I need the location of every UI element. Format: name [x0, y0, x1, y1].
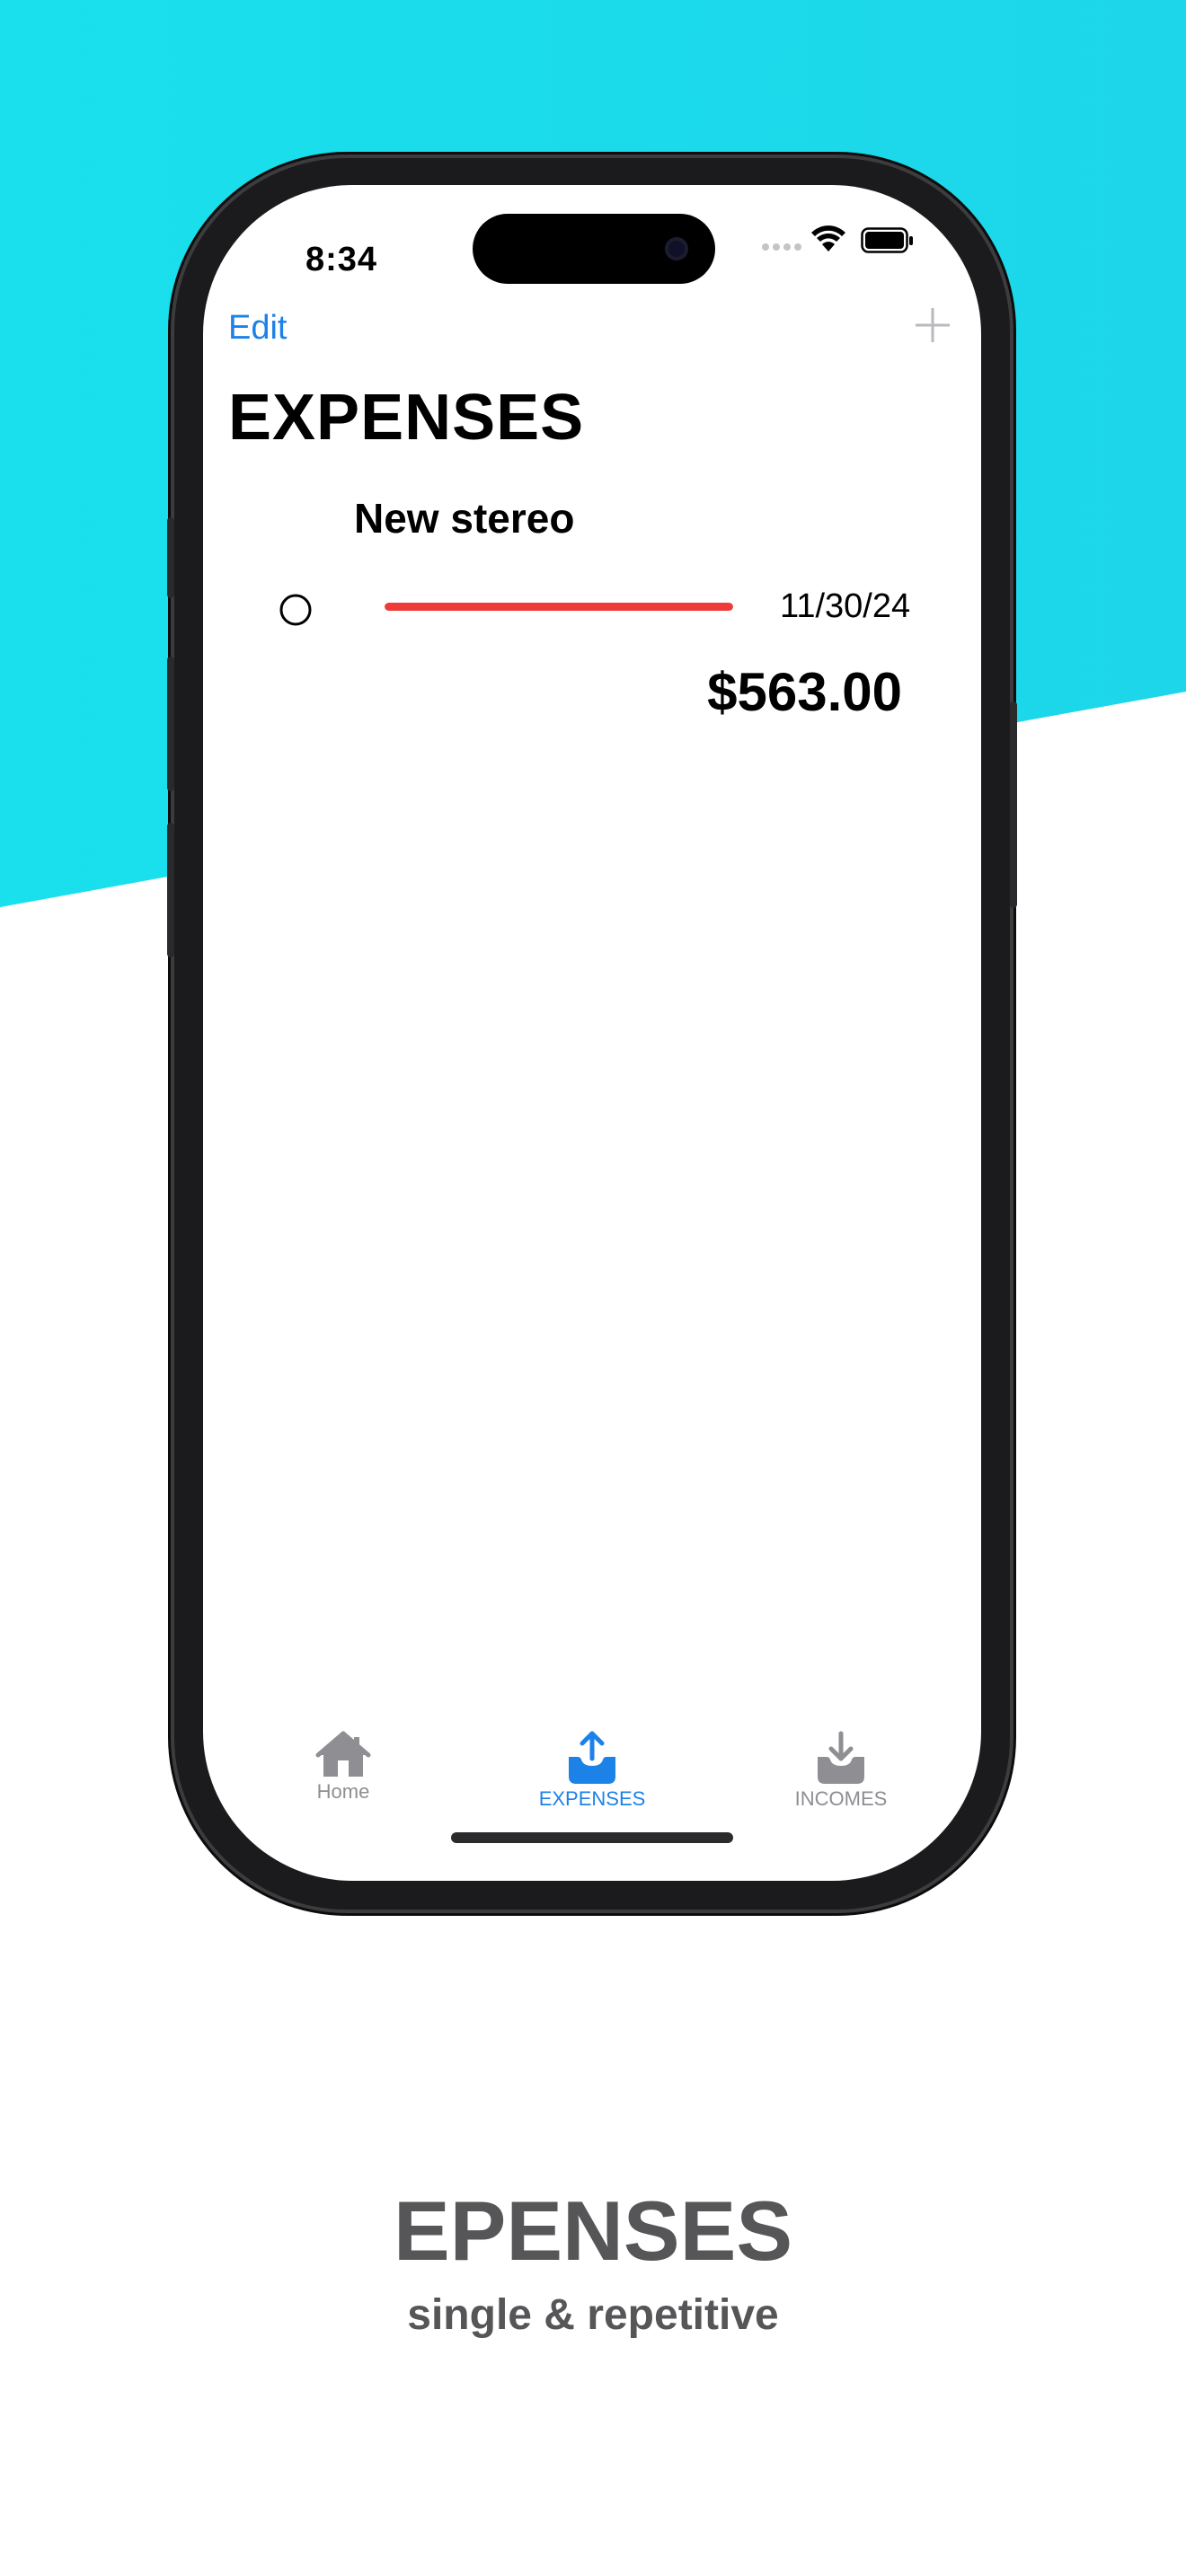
tray-upload-icon — [569, 1731, 615, 1784]
phone-frame: 8:34 Edit EXPENSES New stereo 11/30/24 $… — [167, 158, 1017, 1910]
tab-label-home: Home — [316, 1780, 370, 1803]
dynamic-island — [473, 214, 715, 284]
caption-subtitle: single & repetitive — [407, 2291, 779, 2339]
cellular-signal-icon — [762, 243, 801, 251]
status-time: 8:34 — [305, 241, 378, 278]
tab-expenses[interactable]: EXPENSES — [484, 1730, 700, 1811]
expense-amount: $563.00 — [707, 662, 902, 722]
volume-up-button — [167, 657, 174, 791]
tab-label-expenses: EXPENSES — [538, 1787, 646, 1810]
battery-icon — [861, 227, 913, 253]
phone-screen: 8:34 Edit EXPENSES New stereo 11/30/24 $… — [203, 185, 981, 1881]
expense-date: 11/30/24 — [780, 587, 911, 625]
tab-label-incomes: INCOMES — [794, 1787, 888, 1810]
caption-title: EPENSES — [393, 2183, 793, 2278]
expense-progress-fill — [385, 603, 733, 611]
expense-name: New stereo — [354, 495, 575, 542]
volume-down-button — [167, 823, 174, 957]
tab-incomes[interactable]: INCOMES — [733, 1730, 949, 1811]
power-button — [1010, 701, 1017, 908]
circle-icon[interactable] — [279, 593, 313, 627]
expense-progress-bar — [385, 603, 733, 611]
home-indicator[interactable] — [451, 1832, 733, 1843]
plus-icon[interactable] — [913, 305, 952, 345]
wifi-icon — [811, 225, 845, 251]
page-title: EXPENSES — [228, 382, 585, 454]
tab-home[interactable]: Home — [235, 1730, 451, 1804]
camera-icon — [665, 237, 688, 260]
tray-download-icon — [818, 1731, 864, 1784]
action-button — [167, 517, 174, 598]
house-icon — [315, 1731, 371, 1777]
edit-button[interactable]: Edit — [228, 309, 287, 348]
